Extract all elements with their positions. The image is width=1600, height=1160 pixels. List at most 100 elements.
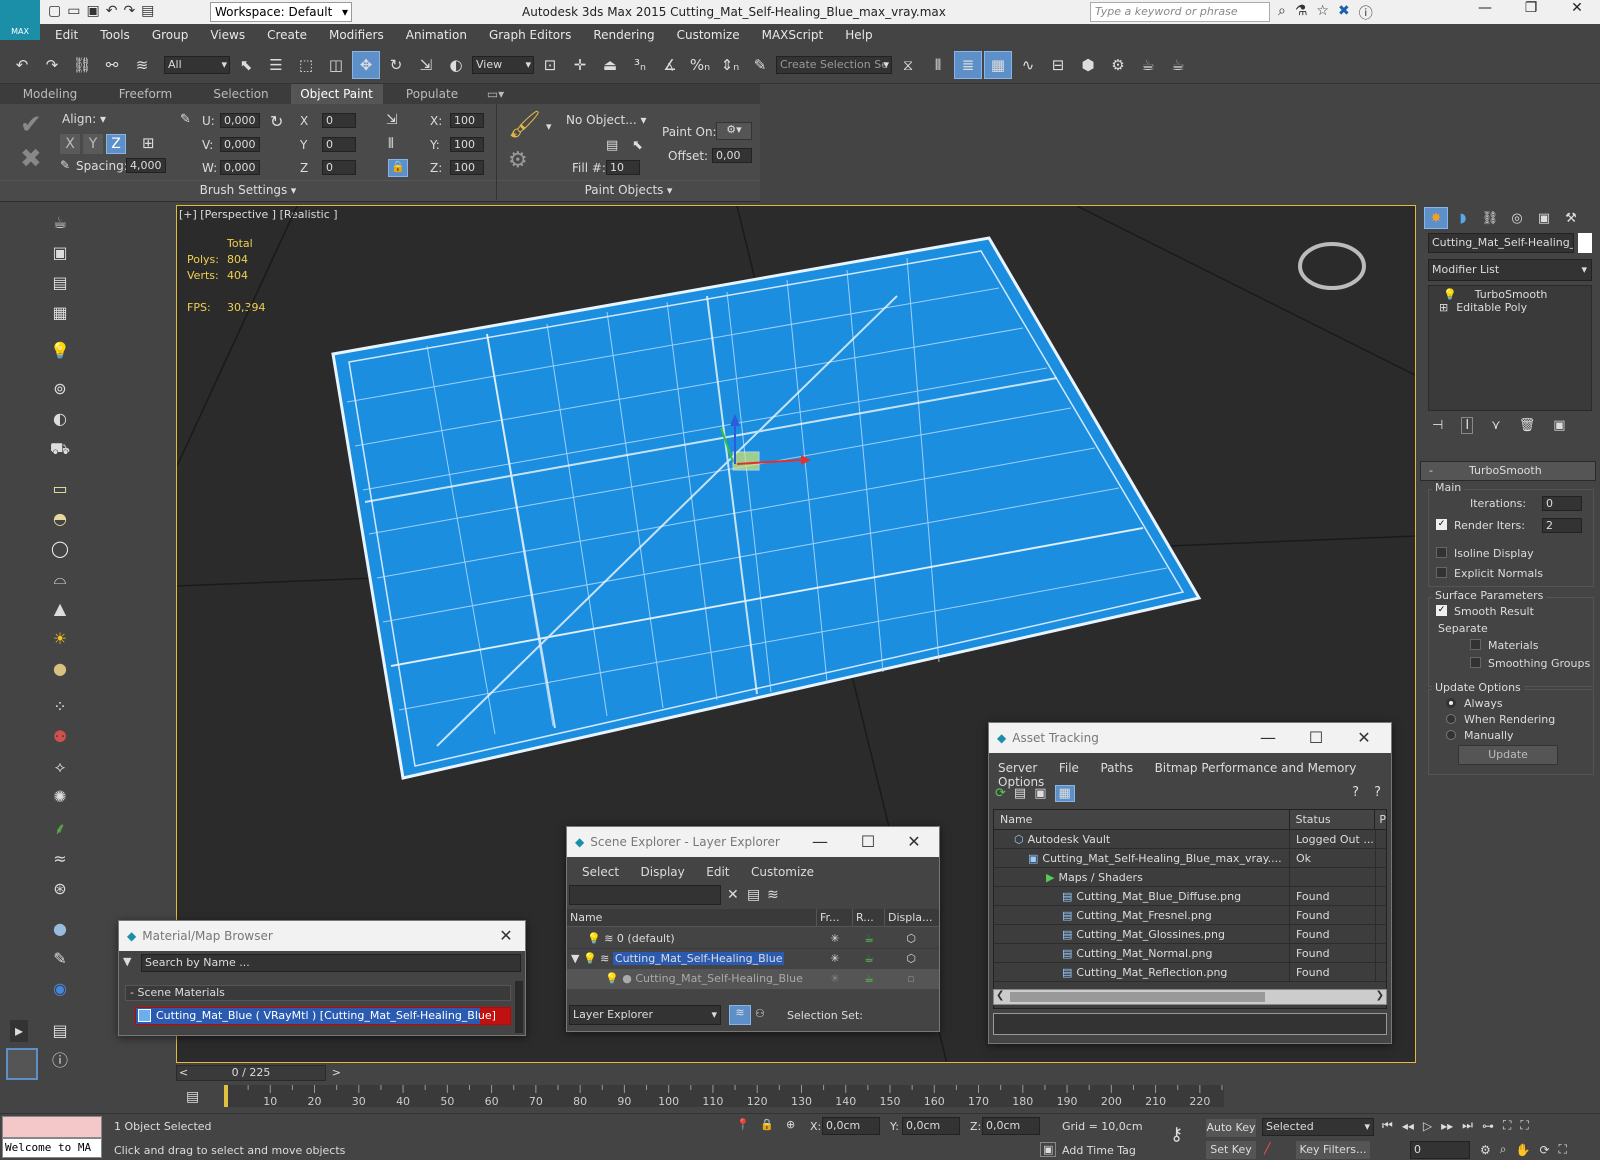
placement-icon[interactable]: ◐ [442, 51, 470, 79]
col-name[interactable]: Name [994, 810, 1290, 829]
sphere-half-icon[interactable]: ◐ [48, 408, 72, 430]
film-camera-icon[interactable]: ⛟ [48, 438, 72, 460]
set-key-filters-icon[interactable]: ╱ [1264, 1142, 1271, 1155]
find-input[interactable] [569, 885, 721, 905]
expand-icon[interactable]: ▸ [10, 1020, 28, 1042]
save-icon[interactable]: ▣ [86, 3, 99, 19]
star-icon[interactable]: ☆ [1316, 3, 1329, 23]
fill-input[interactable]: 10 [606, 160, 640, 175]
redo-icon[interactable]: ↷ [38, 51, 66, 79]
scene-explorer-titlebar[interactable]: ◆ Scene Explorer - Layer Explorer [567, 827, 939, 857]
pan-icon[interactable]: ✋ [1516, 1143, 1531, 1157]
hair-icon[interactable]: ≈ [48, 848, 72, 870]
object-row[interactable]: 💡 ● Cutting_Mat_Self-Healing_Blue ✳ ☕ ▫ [567, 969, 939, 989]
mirror-icon[interactable]: ⧖ [894, 51, 922, 79]
render-iters-input[interactable]: 2 [1542, 518, 1582, 533]
scale-y-input[interactable]: 100 [450, 137, 484, 152]
menu-modifiers[interactable]: Modifiers [318, 28, 395, 42]
motion-tab-icon[interactable]: ◎ [1505, 207, 1529, 229]
move-icon[interactable]: ✥ [352, 50, 380, 79]
turbosmooth-rollout-header[interactable]: - TurboSmooth [1420, 461, 1596, 481]
x-coord-field[interactable]: 0,0cm [822, 1117, 880, 1135]
layer-explorer-icon[interactable]: ≣ [954, 50, 982, 79]
align-x-button[interactable]: X [60, 134, 80, 154]
filter-icon[interactable]: ▤ [747, 887, 760, 903]
time-config-icon[interactable]: ⚙ [1480, 1143, 1491, 1157]
modifier-list-dropdown[interactable]: Modifier List ▾ [1428, 259, 1592, 281]
render-iters-checkbox[interactable]: ✓ [1436, 519, 1447, 530]
viewcube[interactable] [1298, 206, 1366, 290]
align-icon[interactable]: ⫴ [924, 51, 952, 79]
paint-objects-footer[interactable]: Paint Objects ▾ [497, 180, 760, 200]
menu-paths[interactable]: Paths [1091, 761, 1142, 775]
table-view-icon[interactable]: ▦ [1054, 785, 1075, 802]
explicit-normals-checkbox[interactable] [1436, 567, 1447, 578]
paint-objects-icon[interactable]: ⚙ [508, 148, 528, 173]
angle-snap-icon[interactable]: ∡ [656, 51, 684, 79]
material-item[interactable]: Cutting_Mat_Blue ( VRayMtl ) [Cutting_Ma… [135, 1007, 511, 1025]
lightbulb-icon[interactable]: 💡 [587, 932, 601, 945]
zoom-all-icon[interactable]: ⛶ [1520, 1118, 1528, 1133]
menu-rendering[interactable]: Rendering [582, 28, 665, 42]
menu-bitmap[interactable]: Bitmap Performance and Memory [1146, 761, 1366, 775]
close-button[interactable]: ✕ [1554, 0, 1600, 16]
always-radio[interactable] [1446, 698, 1456, 708]
maxscript-mini-listener[interactable]: Welcome to MA [2, 1138, 102, 1158]
gear-icon[interactable]: ✺ [48, 786, 72, 808]
isoline-checkbox[interactable] [1436, 547, 1447, 558]
material-editor-icon[interactable]: ⬢ [1074, 51, 1102, 79]
bone-icon[interactable]: ⚉ [48, 726, 72, 748]
materials-checkbox[interactable] [1470, 639, 1481, 650]
vault-help-icon[interactable]: ? [1374, 785, 1381, 800]
stack-item-editable-poly[interactable]: ⊞ Editable Poly [1429, 301, 1591, 314]
asset-row[interactable]: ⬡ Autodesk Vault Logged Out ... [994, 830, 1386, 849]
transform-mode-icon[interactable]: ⊕ [786, 1118, 795, 1131]
layer-mode-icon[interactable]: ≋ [729, 1005, 751, 1025]
asset-row[interactable]: ▤ Cutting_Mat_Glossines.png Found [994, 925, 1386, 944]
maximize-button[interactable]: ☐ [857, 831, 879, 853]
tab-selection[interactable]: Selection [195, 84, 287, 104]
render-setup-icon[interactable]: ⚙ [1104, 51, 1132, 79]
brush-settings-footer[interactable]: Brush Settings ▾ [0, 180, 496, 200]
clear-icon[interactable]: ✕ [727, 887, 739, 903]
help-icon[interactable]: ? [1352, 785, 1359, 800]
camera-icon[interactable]: ⊚ [48, 378, 72, 400]
menu-customize[interactable]: Customize [742, 865, 823, 879]
tab-populate[interactable]: Populate [386, 84, 478, 104]
create-tab-icon[interactable]: ✸ [1424, 207, 1448, 229]
maximize-viewport-icon[interactable]: ⛶ [1559, 1142, 1567, 1157]
scale-lock-icon[interactable]: 🔒 [388, 159, 408, 177]
select-manipulate-icon[interactable]: ✛ [566, 51, 594, 79]
list-icon[interactable]: ▤ [1014, 786, 1026, 801]
plane-icon[interactable]: ▭ [48, 478, 72, 500]
rotate-x-input[interactable]: 0 [322, 113, 356, 128]
redo-icon[interactable]: ↷ [123, 3, 135, 19]
copy-icon[interactable]: ▤ [48, 1020, 72, 1042]
smoothing-groups-checkbox[interactable] [1470, 657, 1481, 668]
update-button[interactable]: Update [1458, 745, 1558, 765]
edit-named-sets-icon[interactable]: ✎ [746, 51, 774, 79]
z-coord-field[interactable]: 0,0cm [982, 1117, 1040, 1135]
pin-stack-icon[interactable]: ⊣ [1432, 418, 1443, 433]
make-unique-icon[interactable]: ⋎ [1491, 418, 1501, 433]
col-render[interactable]: R... [853, 909, 885, 926]
link-icon[interactable]: ⛓ [68, 51, 96, 79]
time-slider[interactable]: <0 / 225 > [176, 1065, 341, 1081]
close-x-icon[interactable]: ✖ [1338, 3, 1350, 23]
schematic-view-icon[interactable]: ⊟ [1044, 51, 1072, 79]
iterations-input[interactable]: 0 [1542, 496, 1582, 511]
lightbulb-icon[interactable]: 💡 [1443, 288, 1457, 301]
image-icon[interactable]: ▣ [48, 242, 72, 264]
hierarchy-mode-icon[interactable]: ⚇ [755, 1007, 765, 1020]
layer-row[interactable]: ▼ 💡 ≋ Cutting_Mat_Self-Healing_Blue ✳ ☕ … [567, 949, 939, 969]
menu-views[interactable]: Views [199, 28, 256, 42]
pick-list-icon[interactable]: ⬉ [632, 138, 643, 153]
disk-icon[interactable]: ● [48, 658, 72, 680]
smooth-result-checkbox[interactable]: ✓ [1436, 605, 1447, 616]
manually-radio[interactable] [1446, 730, 1456, 740]
menu-graph-editors[interactable]: Graph Editors [478, 28, 582, 42]
world-icon[interactable]: ◉ [48, 978, 72, 1000]
no-object-dropdown[interactable]: No Object... ▾ [566, 113, 647, 127]
align-y-button[interactable]: Y [83, 134, 103, 154]
maximize-button[interactable]: ☐ [1305, 727, 1327, 749]
